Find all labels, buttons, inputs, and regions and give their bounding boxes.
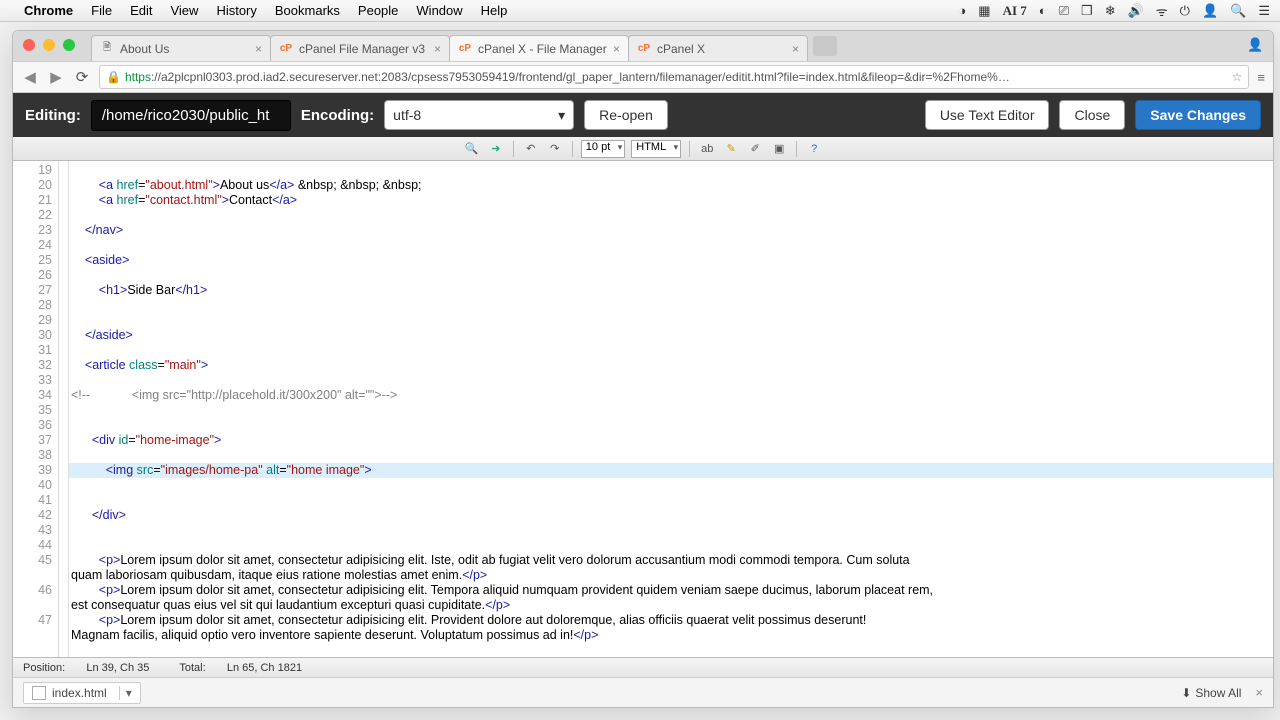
cpanel-icon: cP bbox=[279, 42, 293, 56]
language-select[interactable]: HTML bbox=[631, 140, 681, 158]
tab-cpanel-x-fm[interactable]: cP cPanel X - File Manager × bbox=[449, 35, 629, 61]
menu-app[interactable]: Chrome bbox=[24, 3, 73, 18]
code-content[interactable]: <a href="about.html">About us</a> &nbsp;… bbox=[69, 161, 1273, 657]
download-arrow-icon: ⬇ bbox=[1181, 686, 1191, 700]
profile-icon[interactable]: 👤 bbox=[1247, 37, 1265, 55]
chevron-down-icon[interactable]: ▾ bbox=[119, 686, 132, 700]
font-size-select[interactable]: 10 pt bbox=[581, 140, 625, 158]
menu-help[interactable]: Help bbox=[481, 3, 508, 18]
wifi-icon[interactable]: ᯤ bbox=[1156, 2, 1168, 20]
save-changes-button[interactable]: Save Changes bbox=[1135, 100, 1261, 130]
reload-button[interactable]: ⟳ bbox=[73, 68, 91, 86]
total-value: Ln 65, Ch 1821 bbox=[227, 662, 302, 674]
encoding-value: utf-8 bbox=[393, 107, 421, 123]
cpanel-icon: cP bbox=[637, 42, 651, 56]
user-icon[interactable]: 👤 bbox=[1202, 3, 1218, 19]
forward-button[interactable]: ▶ bbox=[47, 68, 65, 86]
show-all-button[interactable]: ⬇ Show All bbox=[1181, 686, 1241, 700]
back-button[interactable]: ◀ bbox=[21, 68, 39, 86]
tab-about-us[interactable]: 🗎 About Us × bbox=[91, 35, 271, 61]
search-icon[interactable]: 🔍 bbox=[463, 140, 481, 158]
box-icon[interactable]: ❒ bbox=[1081, 3, 1093, 19]
fullscreen-icon[interactable]: ▣ bbox=[770, 140, 788, 158]
highlight-icon[interactable]: ✎ bbox=[722, 140, 740, 158]
tab-label: cPanel X - File Manager bbox=[478, 42, 607, 56]
encoding-label: Encoding: bbox=[301, 107, 374, 124]
tab-label: About Us bbox=[120, 42, 169, 56]
menu-file[interactable]: File bbox=[91, 3, 112, 18]
adobe-icon[interactable]: AI 7 bbox=[1003, 3, 1027, 19]
download-filename: index.html bbox=[52, 686, 107, 700]
reopen-button[interactable]: Re-open bbox=[584, 100, 668, 130]
url-scheme: https bbox=[125, 70, 151, 84]
code-toolbar: 🔍 ➜ ↶ ↷ 10 pt HTML ab ✎ ✐ ▣ ? bbox=[13, 137, 1273, 161]
window-minimize-icon[interactable] bbox=[43, 39, 55, 51]
tab-label: cPanel X bbox=[657, 42, 705, 56]
download-bar: index.html ▾ ⬇ Show All × bbox=[13, 677, 1273, 707]
spotlight-icon[interactable]: 🔍 bbox=[1230, 3, 1246, 19]
tab-cpanel-x[interactable]: cP cPanel X × bbox=[628, 35, 808, 61]
menu-view[interactable]: View bbox=[170, 3, 198, 18]
use-text-editor-button[interactable]: Use Text Editor bbox=[925, 100, 1050, 130]
menu-history[interactable]: History bbox=[216, 3, 256, 18]
close-icon[interactable]: × bbox=[1255, 685, 1263, 700]
encoding-select[interactable]: utf-8 ▾ bbox=[384, 100, 574, 130]
new-tab-button[interactable] bbox=[813, 36, 837, 56]
cloud-icon[interactable]: ◐ bbox=[1039, 3, 1047, 18]
status-icon[interactable]: ◑ bbox=[958, 3, 966, 18]
menu-window[interactable]: Window bbox=[416, 3, 462, 18]
goto-icon[interactable]: ➜ bbox=[487, 140, 505, 158]
close-icon[interactable]: × bbox=[434, 42, 441, 56]
menu-people[interactable]: People bbox=[358, 3, 398, 18]
status-bar: Position: Ln 39, Ch 35 Total: Ln 65, Ch … bbox=[13, 657, 1273, 677]
close-button[interactable]: Close bbox=[1059, 100, 1125, 130]
url-text: ://a2plcpnl0303.prod.iad2.secureserver.n… bbox=[151, 70, 1010, 84]
chrome-menu-icon[interactable]: ≡ bbox=[1257, 70, 1265, 85]
url-input[interactable]: 🔒 https://a2plcpnl0303.prod.iad2.secures… bbox=[99, 65, 1249, 89]
chrome-window: 🗎 About Us × cP cPanel File Manager v3 ×… bbox=[12, 30, 1274, 708]
lock-icon: 🔒 bbox=[106, 70, 121, 84]
download-item[interactable]: index.html ▾ bbox=[23, 682, 141, 704]
close-icon[interactable]: × bbox=[613, 42, 620, 56]
clear-icon[interactable]: ✐ bbox=[746, 140, 764, 158]
code-editor[interactable]: 1920212223242526272829303132333435363738… bbox=[13, 161, 1273, 657]
cpanel-icon: cP bbox=[458, 42, 472, 56]
undo-icon[interactable]: ↶ bbox=[522, 140, 540, 158]
tab-label: cPanel File Manager v3 bbox=[299, 42, 425, 56]
status-icon[interactable]: ▦ bbox=[978, 3, 990, 19]
position-label: Position: bbox=[23, 662, 65, 674]
mac-menubar: Chrome File Edit View History Bookmarks … bbox=[0, 0, 1280, 22]
help-icon[interactable]: ? bbox=[805, 140, 823, 158]
chevron-down-icon: ▾ bbox=[558, 107, 565, 124]
file-path-input[interactable]: /home/rico2030/public_ht bbox=[91, 100, 291, 131]
close-icon[interactable]: × bbox=[792, 42, 799, 56]
wrap-icon[interactable]: ab bbox=[698, 140, 716, 158]
tab-cpanel-fm-v3[interactable]: cP cPanel File Manager v3 × bbox=[270, 35, 450, 61]
file-icon bbox=[32, 686, 46, 700]
window-close-icon[interactable] bbox=[23, 39, 35, 51]
position-value: Ln 39, Ch 35 bbox=[86, 662, 149, 674]
redo-icon[interactable]: ↷ bbox=[546, 140, 564, 158]
menu-edit[interactable]: Edit bbox=[130, 3, 152, 18]
line-gutter: 1920212223242526272829303132333435363738… bbox=[13, 161, 59, 657]
notifications-icon[interactable]: ☰ bbox=[1258, 3, 1270, 19]
show-all-label: Show All bbox=[1195, 686, 1241, 700]
bookmark-icon[interactable]: ☆ bbox=[1232, 70, 1243, 84]
address-bar: ◀ ▶ ⟳ 🔒 https://a2plcpnl0303.prod.iad2.s… bbox=[13, 61, 1273, 93]
editor-toolbar: Editing: /home/rico2030/public_ht Encodi… bbox=[13, 93, 1273, 137]
window-zoom-icon[interactable] bbox=[63, 39, 75, 51]
page-icon: 🗎 bbox=[100, 42, 114, 56]
tab-strip: 🗎 About Us × cP cPanel File Manager v3 ×… bbox=[13, 31, 1273, 61]
power-icon[interactable]: ⏻ bbox=[1180, 3, 1190, 19]
total-label: Total: bbox=[179, 662, 205, 674]
menu-bookmarks[interactable]: Bookmarks bbox=[275, 3, 340, 18]
editing-label: Editing: bbox=[25, 107, 81, 124]
screen-icon[interactable]: ⎚ bbox=[1059, 3, 1069, 19]
volume-icon[interactable]: 🔊 bbox=[1128, 3, 1144, 19]
snowflake-icon[interactable]: ❄ bbox=[1105, 3, 1116, 19]
close-icon[interactable]: × bbox=[255, 42, 262, 56]
